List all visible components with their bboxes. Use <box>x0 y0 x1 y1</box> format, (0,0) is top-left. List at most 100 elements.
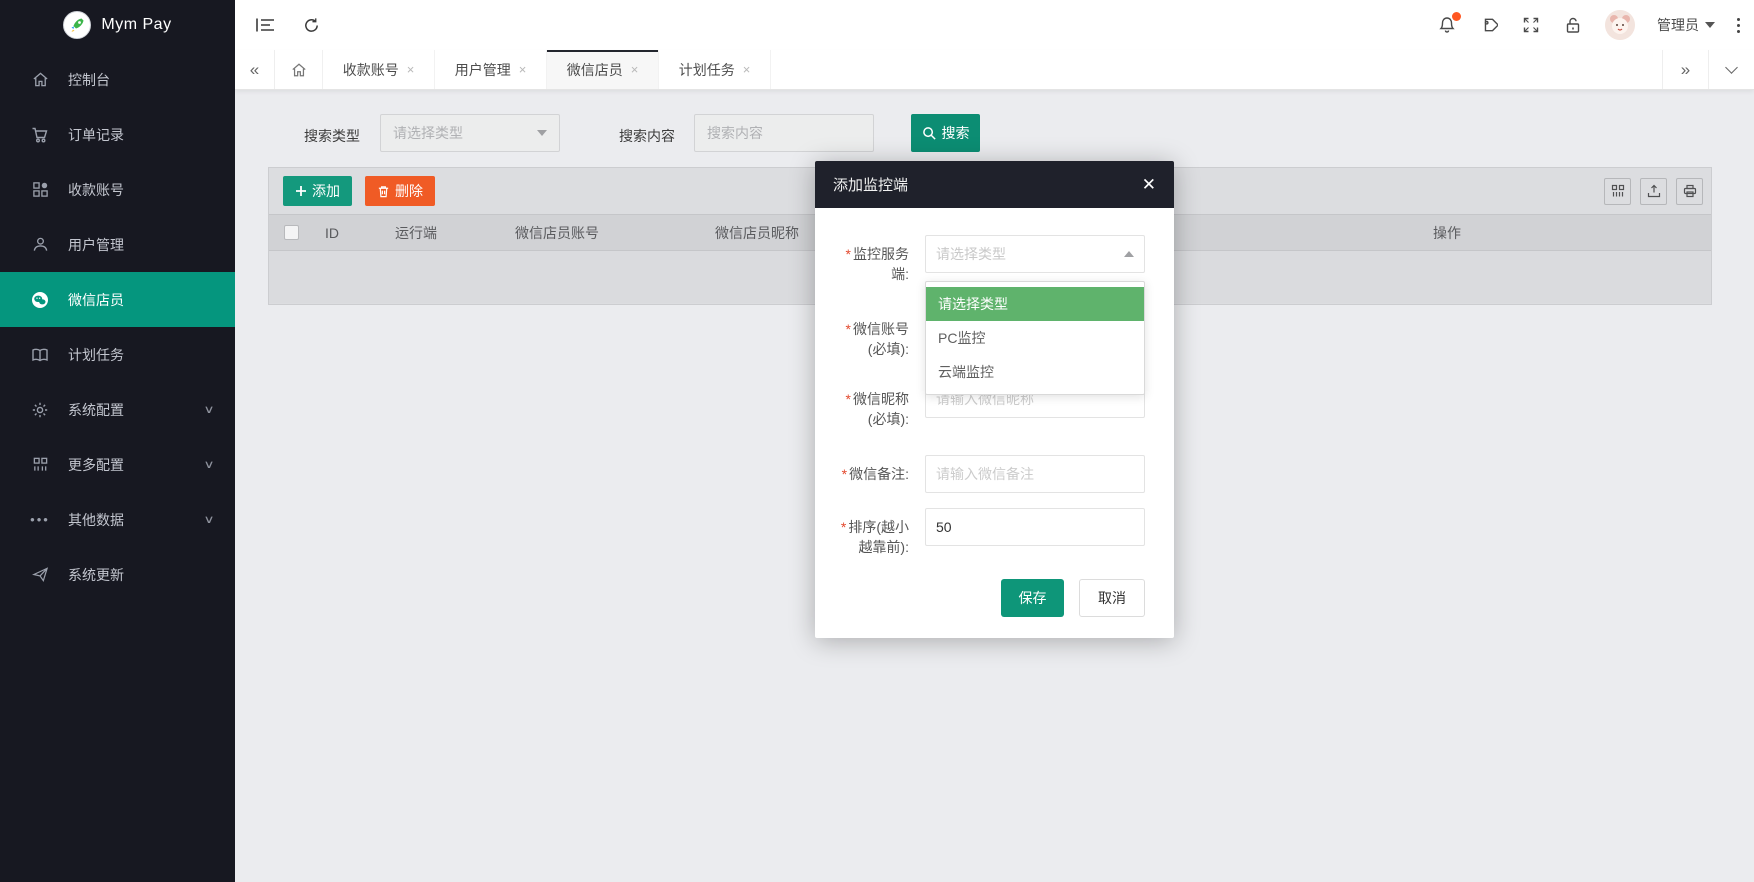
plus-icon <box>295 185 307 197</box>
wechat-remark-input[interactable] <box>925 455 1145 493</box>
close-tab-icon[interactable]: × <box>743 62 751 77</box>
notification-bell-icon[interactable] <box>1437 15 1457 35</box>
modal-buttons: 保存 取消 <box>1001 579 1145 617</box>
search-button[interactable]: 搜索 <box>911 114 980 152</box>
chevron-up-icon <box>1124 251 1134 257</box>
select-all-checkbox[interactable] <box>284 225 299 240</box>
sort-order-label: *排序(越小越靠前): <box>829 517 909 557</box>
home-icon <box>30 70 50 90</box>
chevron-down-icon: ∨ <box>203 403 214 416</box>
monitor-type-dropdown: 请选择类型 PC监控 云端监控 <box>925 281 1145 395</box>
sidebar-item-more-config[interactable]: 更多配置 ∨ <box>0 437 235 492</box>
sidebar-item-system-config[interactable]: 系统配置 ∨ <box>0 382 235 437</box>
app-title: Mym Pay <box>101 16 171 34</box>
modal-header: 添加监控端 ✕ <box>815 161 1174 208</box>
sidebar-item-label: 计划任务 <box>68 345 124 365</box>
delete-button-label: 删除 <box>395 181 423 201</box>
tag-icon[interactable] <box>1479 15 1499 35</box>
tabs-scroll-right-icon[interactable]: » <box>1662 50 1708 89</box>
sidebar: Mym Pay 控制台 收款账号 订单记录 收款账号 用户管理 <box>0 0 235 882</box>
notification-badge <box>1452 12 1461 21</box>
sidebar-item-other-data[interactable]: ••• 其他数据 ∨ <box>0 492 235 547</box>
column-header-actions: 操作 <box>1183 223 1711 243</box>
send-icon <box>30 565 50 585</box>
tab-collection-accounts[interactable]: 收款账号 × <box>323 50 435 89</box>
user-menu[interactable]: 管理员 <box>1657 15 1715 35</box>
sidebar-item-scheduled-tasks[interactable]: 计划任务 <box>0 327 235 382</box>
search-type-select[interactable]: 请选择类型 <box>380 114 560 152</box>
search-input[interactable] <box>694 114 874 152</box>
sidebar-item-label: 系统配置 <box>68 400 124 420</box>
sort-order-input[interactable] <box>925 508 1145 546</box>
search-content-label: 搜索内容 <box>619 126 675 146</box>
save-button[interactable]: 保存 <box>1001 579 1064 617</box>
chevron-down-icon: ∨ <box>203 513 214 526</box>
tabs-scroll-left-icon[interactable]: « <box>235 50 275 89</box>
cancel-button[interactable]: 取消 <box>1079 579 1145 617</box>
tab-label: 计划任务 <box>679 60 735 80</box>
user-name: 管理员 <box>1657 15 1699 35</box>
dropdown-option-pc-monitor[interactable]: PC监控 <box>926 321 1144 355</box>
refresh-icon[interactable] <box>301 15 321 35</box>
wechat-account-label: *微信账号(必填): <box>829 319 909 359</box>
sidebar-item-console[interactable]: 控制台 <box>0 52 235 107</box>
tabs-menu-icon[interactable] <box>1708 50 1754 89</box>
caret-down-icon <box>1705 22 1715 28</box>
dropdown-option-cloud-monitor[interactable]: 云端监控 <box>926 355 1144 389</box>
chevron-down-icon: ∨ <box>203 458 214 471</box>
sidebar-item-accounts[interactable]: 收款账号 <box>0 162 235 217</box>
sidebar-item-wechat-clerk[interactable]: 微信店员 <box>0 272 235 327</box>
search-icon <box>922 126 937 141</box>
more-options-icon[interactable] <box>1737 18 1740 33</box>
search-button-label: 搜索 <box>942 123 970 143</box>
sidebar-item-orders[interactable]: 收款账号 订单记录 <box>0 107 235 162</box>
user-icon <box>30 235 50 255</box>
print-icon[interactable] <box>1676 178 1703 205</box>
sidebar-item-label: 收款账号 <box>68 180 124 200</box>
fullscreen-icon[interactable] <box>1521 15 1541 35</box>
monitor-server-value: 请选择类型 <box>936 244 1006 264</box>
modal-title: 添加监控端 <box>833 174 908 195</box>
tab-scheduled-tasks[interactable]: 计划任务 × <box>659 50 771 89</box>
add-button[interactable]: 添加 <box>283 176 352 206</box>
sidebar-menu: 控制台 收款账号 订单记录 收款账号 用户管理 微信店员 <box>0 52 235 602</box>
wechat-nickname-label: *微信昵称(必填): <box>829 389 909 429</box>
logo: Mym Pay <box>0 0 235 50</box>
sidebar-item-label: 订单记录 <box>68 125 124 145</box>
sidebar-item-label: 控制台 <box>68 70 110 90</box>
sidebar-item-users[interactable]: 用户管理 <box>0 217 235 272</box>
book-icon <box>30 345 50 365</box>
monitor-server-select[interactable]: 请选择类型 <box>925 235 1145 273</box>
search-type-label: 搜索类型 <box>304 126 360 146</box>
search-type-value: 请选择类型 <box>393 123 463 143</box>
delete-button[interactable]: 删除 <box>365 176 435 206</box>
export-icon[interactable] <box>1640 178 1667 205</box>
tab-label: 微信店员 <box>567 60 623 80</box>
trash-icon <box>377 185 390 198</box>
sidebar-item-label: 系统更新 <box>68 565 124 585</box>
dropdown-option-placeholder[interactable]: 请选择类型 <box>926 287 1144 321</box>
add-monitor-modal: 添加监控端 ✕ *监控服务端: 请选择类型 *微信账号(必填): *微信昵称(必… <box>815 161 1174 638</box>
components-icon <box>30 180 50 200</box>
avatar[interactable] <box>1605 10 1635 40</box>
close-tab-icon[interactable]: × <box>631 62 639 77</box>
wechat-remark-label: *微信备注: <box>829 464 909 484</box>
sidebar-item-label: 其他数据 <box>68 510 124 530</box>
topbar: 管理员 <box>235 0 1754 50</box>
tab-home[interactable] <box>275 50 323 89</box>
tab-wechat-clerk[interactable]: 微信店员 × <box>547 50 659 89</box>
column-header-account: 微信店员账号 <box>503 223 703 243</box>
tab-user-management[interactable]: 用户管理× <box>435 50 547 89</box>
collapse-sidebar-icon[interactable] <box>255 15 275 35</box>
columns-filter-icon[interactable] <box>1604 178 1631 205</box>
apps-icon <box>30 455 50 475</box>
tab-label: 收款账号 <box>343 60 399 80</box>
column-header-id: ID <box>313 225 383 241</box>
close-tab-icon[interactable]: × <box>519 62 527 77</box>
monitor-server-label: *监控服务端: <box>829 244 909 284</box>
sidebar-item-system-update[interactable]: 系统更新 <box>0 547 235 602</box>
close-icon[interactable]: ✕ <box>1142 176 1156 193</box>
ellipsis-icon: ••• <box>30 510 50 530</box>
lock-icon[interactable] <box>1563 15 1583 35</box>
close-tab-icon[interactable]: × <box>407 62 415 77</box>
